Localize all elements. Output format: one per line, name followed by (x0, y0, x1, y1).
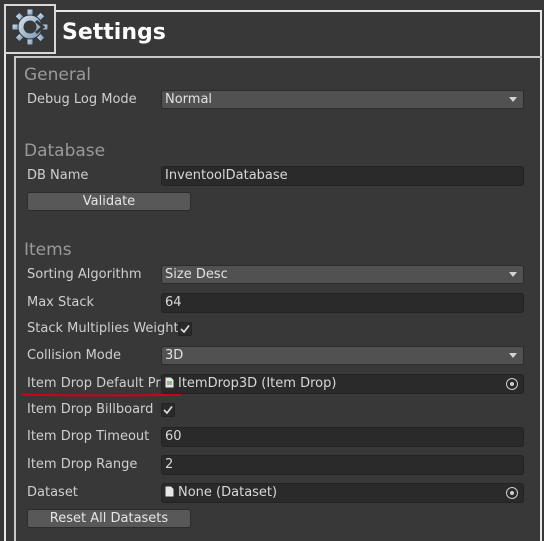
chevron-down-icon (509, 272, 517, 277)
item-drop-default-prefab-value: ItemDrop3D (Item Drop) (178, 376, 337, 391)
section-title-general: General (24, 65, 91, 85)
validate-button[interactable]: Validate (27, 192, 191, 211)
section-title-items: Items (24, 240, 72, 260)
sorting-algorithm-dropdown[interactable]: Size Desc (161, 265, 524, 284)
chevron-down-icon (509, 353, 517, 358)
object-picker-icon[interactable] (506, 378, 518, 390)
item-drop-timeout-label: Item Drop Timeout (27, 429, 150, 444)
item-drop-timeout-field[interactable]: 60 (161, 427, 524, 447)
collision-mode-dropdown[interactable]: 3D (161, 346, 524, 365)
dataset-label: Dataset (27, 485, 78, 500)
annotation-underline (22, 393, 182, 397)
debug-log-mode-label: Debug Log Mode (27, 92, 137, 107)
item-drop-range-field[interactable]: 2 (161, 455, 524, 475)
stack-multiplies-weight-checkbox[interactable] (178, 322, 192, 336)
item-drop-billboard-label: Item Drop Billboard (27, 402, 154, 417)
checkmark-icon (163, 406, 173, 415)
debug-log-mode-dropdown[interactable]: Normal (161, 90, 524, 109)
checkmark-icon (180, 325, 190, 334)
chevron-down-icon (509, 97, 517, 102)
prefab-file-icon (165, 377, 174, 388)
dataset-value: None (Dataset) (178, 485, 278, 500)
sorting-algorithm-value: Size Desc (165, 267, 228, 282)
collision-mode-value: 3D (165, 348, 184, 363)
dataset-field[interactable]: None (Dataset) (161, 483, 524, 503)
db-name-field[interactable]: InventoolDatabase (161, 166, 524, 186)
dataset-file-icon (165, 486, 174, 497)
settings-logo (4, 4, 56, 54)
db-name-label: DB Name (27, 168, 89, 183)
page-title: Settings (62, 20, 166, 45)
sorting-algorithm-label: Sorting Algorithm (27, 267, 142, 282)
max-stack-field[interactable]: 64 (161, 293, 524, 313)
section-title-database: Database (24, 141, 106, 161)
item-drop-range-label: Item Drop Range (27, 457, 138, 472)
debug-log-mode-value: Normal (165, 92, 213, 107)
collision-mode-label: Collision Mode (27, 348, 121, 363)
reset-all-datasets-button[interactable]: Reset All Datasets (27, 509, 191, 528)
object-picker-icon[interactable] (506, 487, 518, 499)
max-stack-label: Max Stack (27, 295, 94, 310)
stack-multiplies-weight-label: Stack Multiplies Weight (27, 321, 179, 336)
item-drop-default-prefab-field[interactable]: ItemDrop3D (Item Drop) (161, 374, 524, 394)
gear-icon (10, 7, 50, 51)
item-drop-billboard-checkbox[interactable] (161, 403, 175, 417)
